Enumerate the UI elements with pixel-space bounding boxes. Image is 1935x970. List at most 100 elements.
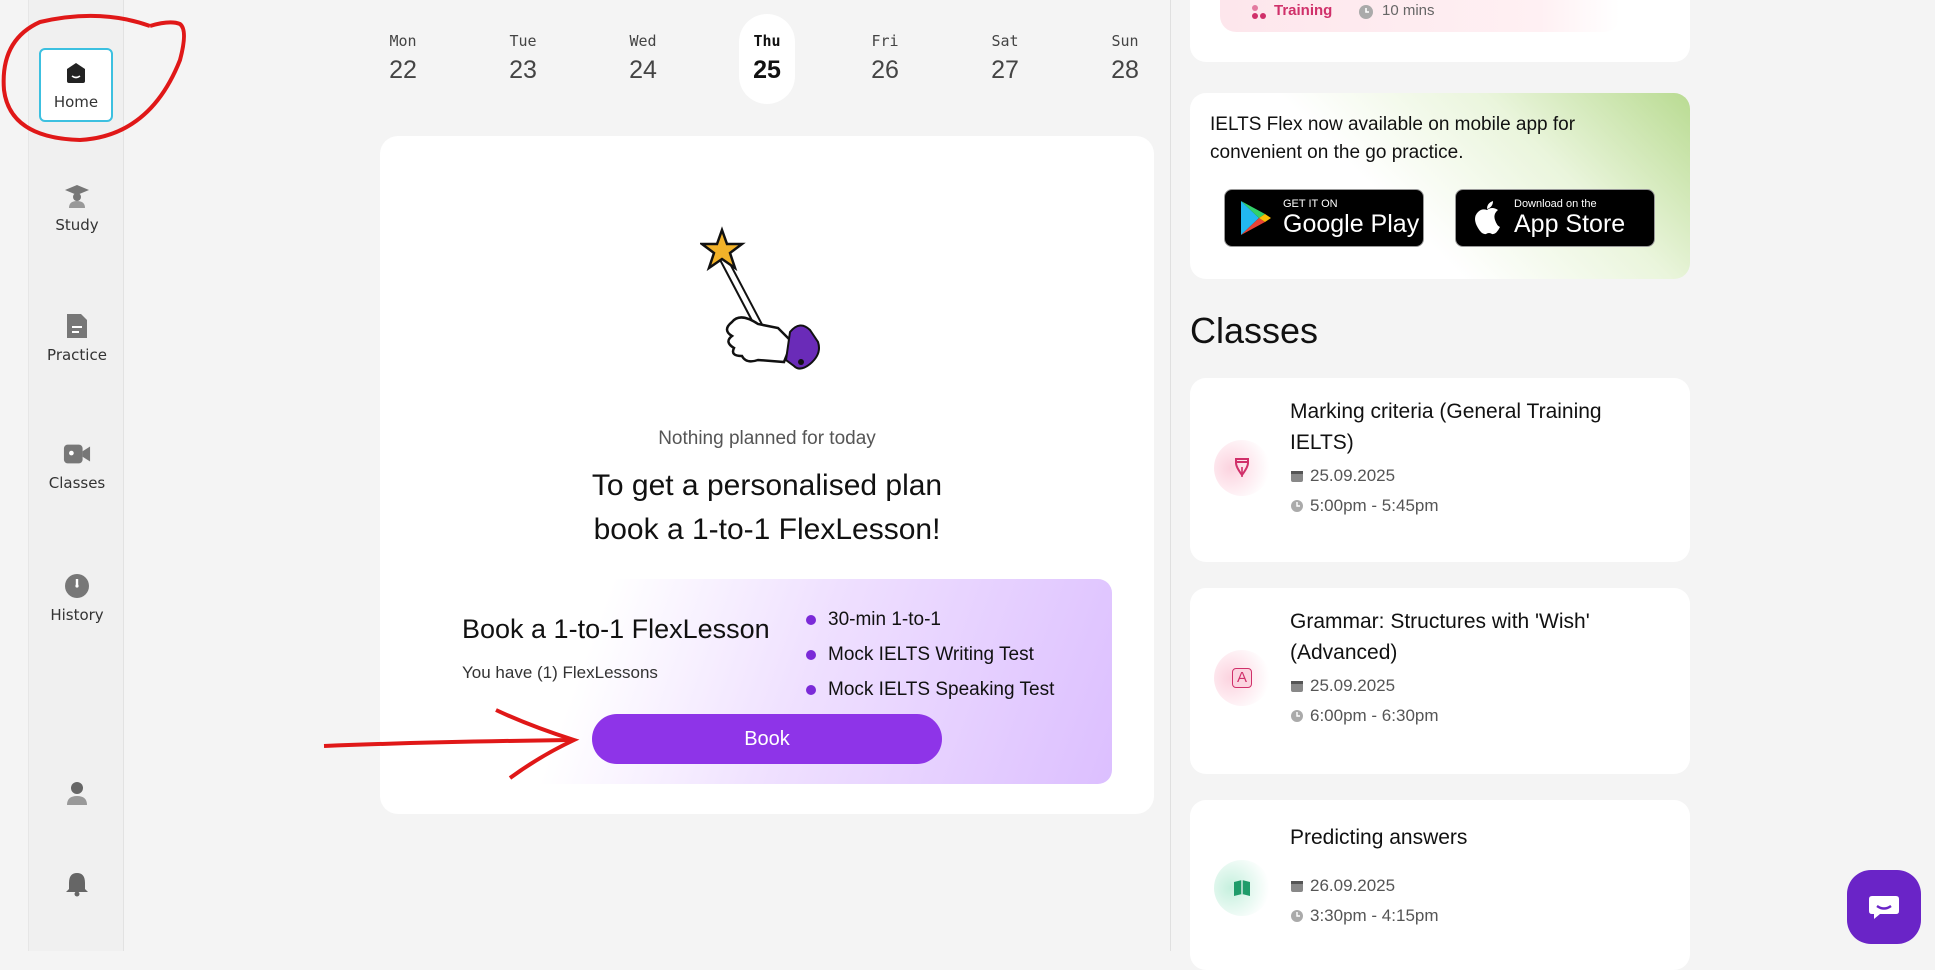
day-name: Mon: [389, 32, 417, 50]
sidebar-item-label: Study: [55, 216, 99, 234]
day-tue[interactable]: Tue 23: [495, 14, 551, 104]
activity-tag: Training: [1274, 2, 1333, 19]
apple-badge-big: App Store: [1514, 210, 1626, 238]
google-play-badge[interactable]: GET IT ON Google Play: [1224, 189, 1424, 247]
calendar-icon: [1291, 881, 1303, 892]
promo-line-2: book a 1-to-1 FlexLesson!: [593, 513, 941, 546]
class-name: Grammar: Structures with 'Wish' (Advance…: [1290, 610, 1590, 664]
class-date-text: 25.09.2025: [1310, 676, 1396, 695]
class-time-text: 3:30pm - 4:15pm: [1310, 906, 1439, 925]
feature-list: 30-min 1-to-1 Mock IELTS Writing Test Mo…: [806, 602, 1054, 707]
sidebar-item-classes[interactable]: Classes: [29, 440, 125, 492]
class-time: 6:00pm - 6:30pm: [1290, 706, 1439, 726]
sidebar-item-home[interactable]: Home: [39, 48, 113, 122]
feature-label: 30-min 1-to-1: [828, 608, 941, 630]
sidebar-item-label: History: [50, 606, 104, 624]
feature-label: Mock IELTS Writing Test: [828, 643, 1034, 665]
class-date-text: 25.09.2025: [1310, 466, 1396, 485]
day-thu-today[interactable]: Thu 25: [739, 14, 795, 104]
app-store-badge[interactable]: Download on the App Store: [1455, 189, 1655, 247]
class-date: 25.09.2025: [1290, 676, 1395, 696]
classes-heading: Classes: [1190, 310, 1319, 351]
apple-icon: [1475, 201, 1500, 235]
clock-icon: [1291, 910, 1303, 922]
clock-icon: [1291, 500, 1303, 512]
mobile-app-promo: IELTS Flex now available on mobile app f…: [1190, 93, 1690, 279]
activity-card[interactable]: Training 10 mins: [1190, 0, 1690, 62]
bullet-icon: [806, 649, 816, 660]
book-icon: [1214, 860, 1270, 916]
class-name: Predicting answers: [1290, 826, 1468, 849]
sidebar-item-history[interactable]: History: [29, 572, 125, 624]
clock-icon: [63, 572, 91, 600]
feature-label: Mock IELTS Speaking Test: [828, 678, 1055, 700]
google-play-icon: [1241, 201, 1271, 235]
day-number: 24: [629, 56, 657, 84]
sidebar-item-label: Home: [53, 93, 99, 111]
feature-item: Mock IELTS Speaking Test: [806, 672, 1054, 707]
letter-a-icon: A: [1214, 650, 1270, 706]
chat-button[interactable]: [1847, 870, 1921, 944]
chat-bubble-icon: [1869, 896, 1899, 919]
activity-duration: 10 mins: [1382, 2, 1435, 19]
class-name: Marking criteria (General Training IELTS…: [1290, 400, 1602, 454]
class-card[interactable]: Predicting answers 26.09.2025 3:30pm - 4…: [1190, 800, 1690, 970]
week-strip: Mon 22 Tue 23 Wed 24 Thu 25 Fri 26 Sat 27 Sun 2…: [373, 14, 1153, 108]
class-card[interactable]: Marking criteria (General Training IELTS…: [1190, 378, 1690, 562]
class-card[interactable]: A Grammar: Structures with 'Wish' (Advan…: [1190, 588, 1690, 774]
calendar-icon: [1291, 471, 1303, 482]
sidebar-item-label: Classes: [48, 474, 106, 492]
day-name: Thu: [753, 32, 781, 50]
bullet-icon: [806, 614, 816, 625]
flexlesson-count: You have (1) FlexLessons: [462, 663, 658, 682]
google-badge-small: GET IT ON: [1283, 198, 1338, 210]
fountain-pen-icon: [1214, 440, 1270, 496]
day-name: Fri: [871, 32, 899, 50]
day-name: Sat: [991, 32, 1019, 50]
class-time-text: 6:00pm - 6:30pm: [1310, 706, 1439, 725]
day-sun[interactable]: Sun 28: [1097, 14, 1153, 104]
day-wed[interactable]: Wed 24: [615, 14, 671, 104]
day-sat[interactable]: Sat 27: [977, 14, 1033, 104]
clock-icon: [1359, 5, 1373, 19]
notifications-button[interactable]: [29, 870, 125, 904]
book-title: Book a 1-to-1 FlexLesson: [462, 614, 770, 644]
day-name: Sun: [1111, 32, 1139, 50]
graduation-cap-icon: [63, 182, 91, 210]
feature-item: Mock IELTS Writing Test: [806, 637, 1054, 672]
sidebar: Home Study Practice Classes History: [28, 0, 124, 951]
book-button[interactable]: Book: [592, 714, 942, 764]
day-mon[interactable]: Mon 22: [375, 14, 431, 104]
promo-line-1: To get a personalised plan: [591, 469, 943, 502]
day-number: 28: [1111, 56, 1139, 84]
sidebar-item-label: Practice: [47, 346, 107, 364]
magic-wand-illustration: [700, 226, 820, 370]
category-icon: [1252, 5, 1266, 19]
day-name: Tue: [509, 32, 537, 50]
day-number: 22: [389, 56, 417, 84]
sidebar-item-practice[interactable]: Practice: [29, 312, 125, 364]
day-fri[interactable]: Fri 26: [857, 14, 913, 104]
home-icon: [62, 59, 90, 87]
letter-a-glyph: A: [1232, 668, 1252, 688]
feature-item: 30-min 1-to-1: [806, 602, 1054, 637]
profile-button[interactable]: [29, 780, 125, 814]
bullet-icon: [806, 684, 816, 695]
class-time: 3:30pm - 4:15pm: [1290, 906, 1439, 926]
day-number: 27: [991, 56, 1019, 84]
document-icon: [63, 312, 91, 340]
apple-badge-small: Download on the: [1514, 198, 1597, 210]
day-name: Wed: [629, 32, 657, 50]
google-badge-big: Google Play: [1283, 210, 1420, 238]
video-camera-icon: [63, 440, 91, 468]
class-time: 5:00pm - 5:45pm: [1290, 496, 1439, 516]
sidebar-item-study[interactable]: Study: [29, 182, 125, 234]
class-time-text: 5:00pm - 5:45pm: [1310, 496, 1439, 515]
class-date: 25.09.2025: [1290, 466, 1395, 486]
app-promo-text: IELTS Flex now available on mobile app f…: [1210, 114, 1576, 163]
user-icon: [63, 780, 91, 808]
day-number: 23: [509, 56, 537, 84]
column-divider: [1170, 0, 1171, 951]
today-plan-card: Nothing planned for today To get a perso…: [380, 136, 1154, 814]
nothing-planned-text: Nothing planned for today: [658, 428, 876, 449]
